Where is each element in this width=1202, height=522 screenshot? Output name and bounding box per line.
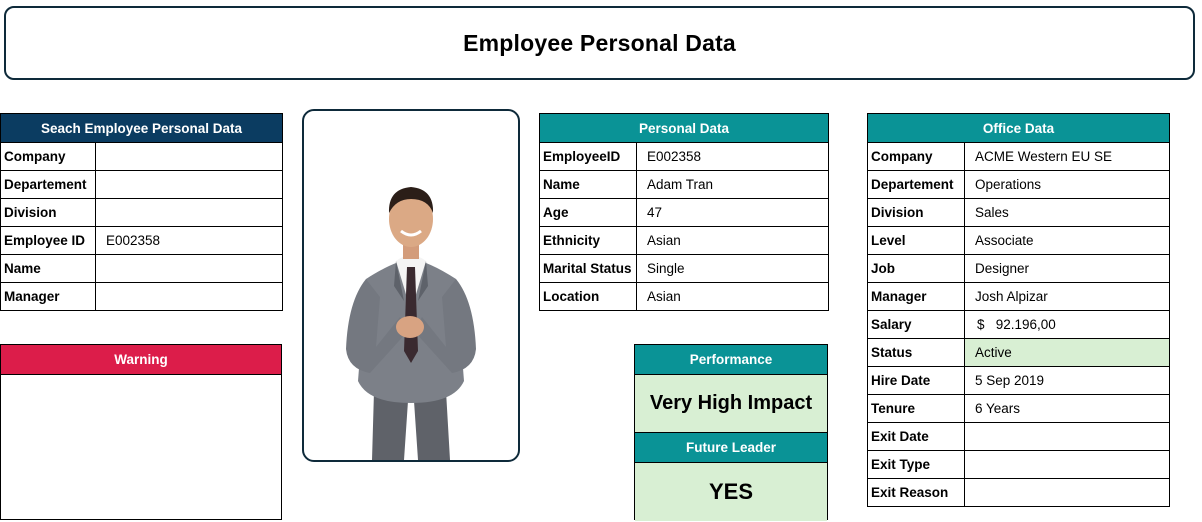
office-value: $ 92.196,00: [964, 310, 1170, 339]
office-value: Designer: [964, 254, 1170, 283]
search-row-manager: Manager: [0, 282, 283, 311]
search-label: Departement: [0, 170, 96, 199]
office-label: Hire Date: [867, 366, 965, 395]
office-value: Associate: [964, 226, 1170, 255]
office-label: Status: [867, 338, 965, 367]
office-row: Level Associate: [867, 226, 1170, 255]
personal-value: Adam Tran: [635, 170, 830, 199]
employee-photo: [346, 187, 476, 460]
search-row-departement: Departement: [0, 170, 283, 199]
search-label: Company: [0, 142, 96, 171]
office-value: Sales: [964, 198, 1170, 227]
office-label: Level: [867, 226, 965, 255]
office-value: 5 Sep 2019: [964, 366, 1170, 395]
personal-label: Ethnicity: [539, 226, 637, 255]
personal-row: EmployeeID E002358: [539, 142, 830, 171]
office-value: ACME Western EU SE: [964, 142, 1170, 171]
personal-value: 47: [635, 198, 830, 227]
search-header: Seach Employee Personal Data: [0, 113, 283, 143]
office-label: Company: [867, 142, 965, 171]
search-label: Manager: [0, 282, 96, 311]
page-title: Employee Personal Data: [463, 29, 736, 56]
warning-header: Warning: [1, 345, 281, 375]
office-row: Exit Reason: [867, 478, 1170, 507]
office-row: Manager Josh Alpizar: [867, 282, 1170, 311]
search-departement-input[interactable]: [95, 170, 283, 199]
performance-value: Very High Impact: [635, 375, 827, 433]
search-row-name: Name: [0, 254, 283, 283]
personal-label: Marital Status: [539, 254, 637, 283]
office-value: [964, 478, 1170, 507]
office-status-value: Active: [964, 338, 1170, 367]
office-value: 6 Years: [964, 394, 1170, 423]
office-row: Exit Type: [867, 450, 1170, 479]
personal-value: E002358: [635, 142, 830, 171]
personal-value: Asian: [635, 226, 830, 255]
personal-data-table: Personal Data EmployeeID E002358 Name Ad…: [538, 113, 830, 311]
personal-value: Single: [635, 254, 830, 283]
personal-row: Marital Status Single: [539, 254, 830, 283]
office-label: Tenure: [867, 394, 965, 423]
personal-row: Ethnicity Asian: [539, 226, 830, 255]
personal-data-header: Personal Data: [538, 113, 830, 143]
office-row: Exit Date: [867, 422, 1170, 451]
search-row-employee-id: Employee ID E002358: [0, 226, 283, 255]
office-data-header: Office Data: [867, 113, 1170, 143]
search-name-input[interactable]: [95, 254, 283, 283]
personal-row: Age 47: [539, 198, 830, 227]
office-row: Departement Operations: [867, 170, 1170, 199]
search-division-input[interactable]: [95, 198, 283, 227]
office-row: Job Designer: [867, 254, 1170, 283]
search-label: Name: [0, 254, 96, 283]
personal-label: Name: [539, 170, 637, 199]
office-row: Division Sales: [867, 198, 1170, 227]
search-label: Employee ID: [0, 226, 96, 255]
office-label: Division: [867, 198, 965, 227]
personal-value: Asian: [635, 282, 830, 311]
search-company-input[interactable]: [95, 142, 283, 171]
search-table: Seach Employee Personal Data Company Dep…: [0, 113, 283, 311]
office-row: Company ACME Western EU SE: [867, 142, 1170, 171]
office-label: Salary: [867, 310, 965, 339]
future-leader-value: YES: [635, 463, 827, 521]
office-label: Manager: [867, 282, 965, 311]
personal-label: Age: [539, 198, 637, 227]
search-label: Division: [0, 198, 96, 227]
office-label: Exit Reason: [867, 478, 965, 507]
office-label: Job: [867, 254, 965, 283]
personal-label: Location: [539, 282, 637, 311]
office-label: Exit Date: [867, 422, 965, 451]
future-leader-header: Future Leader: [635, 433, 827, 463]
page-title-box: Employee Personal Data: [4, 6, 1195, 80]
office-row: Tenure 6 Years: [867, 394, 1170, 423]
personal-row: Location Asian: [539, 282, 830, 311]
office-value: Operations: [964, 170, 1170, 199]
search-manager-input[interactable]: [95, 282, 283, 311]
personal-label: EmployeeID: [539, 142, 637, 171]
search-row-company: Company: [0, 142, 283, 171]
warning-panel: Warning: [0, 344, 282, 520]
office-value: [964, 422, 1170, 451]
personal-row: Name Adam Tran: [539, 170, 830, 199]
performance-panel: Performance Very High Impact Future Lead…: [634, 344, 828, 521]
office-label: Exit Type: [867, 450, 965, 479]
search-row-division: Division: [0, 198, 283, 227]
office-row: Salary $ 92.196,00: [867, 310, 1170, 339]
search-employee-id-input[interactable]: E002358: [95, 226, 283, 255]
office-value: Josh Alpizar: [964, 282, 1170, 311]
employee-photo-frame: [302, 109, 520, 462]
performance-header: Performance: [635, 345, 827, 375]
office-row: Status Active: [867, 338, 1170, 367]
office-label: Departement: [867, 170, 965, 199]
office-value: [964, 450, 1170, 479]
office-data-table: Office Data Company ACME Western EU SE D…: [867, 113, 1170, 507]
office-row: Hire Date 5 Sep 2019: [867, 366, 1170, 395]
